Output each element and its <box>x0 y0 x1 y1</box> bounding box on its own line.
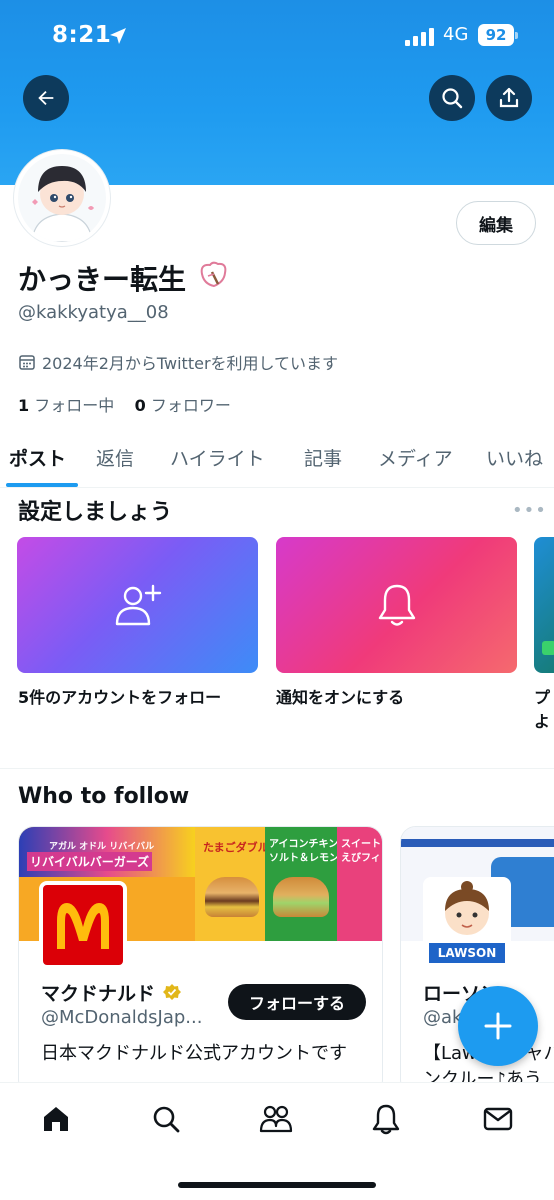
network-label: 4G <box>443 24 469 45</box>
compose-button[interactable] <box>458 986 538 1066</box>
followers-count: 0 <box>134 396 146 415</box>
account-name: マクドナルド <box>41 979 182 1006</box>
followers-link[interactable]: 0 フォロワー <box>135 396 231 415</box>
joined-info: 2024年2月からTwitterを利用しています <box>18 350 338 374</box>
search-icon <box>442 88 463 109</box>
partial-card-sublabel: よ <box>534 712 551 731</box>
golden-arches-icon <box>57 903 109 949</box>
nav-messages[interactable] <box>480 1101 516 1137</box>
verified-gold-icon <box>162 984 181 1000</box>
banner-item-5: えびフィ <box>341 853 381 864</box>
communities-icon <box>259 1105 293 1133</box>
notifications-label: 通知をオンにする <box>276 688 405 707</box>
follow-accounts-label: 5件のアカウントをフォロー <box>18 688 222 707</box>
profile-avatar[interactable] <box>14 150 110 246</box>
back-button[interactable] <box>23 75 69 121</box>
tab-highlights[interactable]: ハイライト <box>170 444 265 471</box>
follow-stats: 1 フォロー中 0 フォロワー <box>18 392 231 416</box>
banner-item-2: アイコンチキン <box>269 839 339 850</box>
signal-icon <box>405 28 435 46</box>
account-handle: @McDonaldsJap... <box>41 1007 203 1028</box>
lawson-logo: LAWSON <box>423 877 511 971</box>
account-bio: 日本マクドナルド公式アカウントです <box>41 1043 347 1064</box>
banner-item-3: ソルト＆レモン <box>269 853 339 864</box>
following-label: フォロー中 <box>34 396 115 415</box>
suggested-account-card[interactable]: アガル オドル リバイバル リバイバルバーガーズ たまごダブル アイコンチキン … <box>18 826 383 1096</box>
tab-posts[interactable]: ポスト <box>9 444 66 471</box>
setup-title: 設定しましょう <box>18 500 173 525</box>
follow-accounts-card[interactable] <box>17 537 258 673</box>
calendar-icon <box>19 355 35 370</box>
following-link[interactable]: 1 フォロー中 <box>18 396 114 415</box>
plus-icon <box>484 1012 512 1040</box>
follow-button[interactable]: フォローする <box>228 984 366 1020</box>
banner-panel-4: スイート えびフィ <box>337 827 382 941</box>
following-count: 1 <box>18 396 30 415</box>
nav-communities[interactable] <box>258 1101 294 1137</box>
banner-panel-2: たまごダブル <box>195 827 269 941</box>
partial-card-label: プ <box>534 688 551 707</box>
mcdonalds-logo <box>39 881 127 969</box>
arrow-left-icon <box>38 90 54 106</box>
share-icon <box>499 87 519 108</box>
banner-item-4: スイート <box>341 839 381 850</box>
setup-card-partial[interactable] <box>534 537 554 673</box>
nav-home[interactable] <box>38 1101 74 1137</box>
who-to-follow-title: Who to follow <box>18 784 190 809</box>
avatar-illustration <box>18 154 106 242</box>
add-user-icon <box>115 584 161 626</box>
joined-text: 2024年2月からTwitterを利用しています <box>42 354 339 373</box>
home-icon <box>44 1107 68 1131</box>
edit-profile-button[interactable]: 編集 <box>456 201 536 245</box>
lawson-mascot-icon <box>445 881 489 935</box>
battery-icon: 92 <box>478 24 514 46</box>
battery-tip <box>515 32 518 39</box>
nav-explore[interactable] <box>148 1101 184 1137</box>
nav-notifications[interactable] <box>368 1101 404 1137</box>
notifications-card[interactable] <box>276 537 517 673</box>
banner-tagline: アガル オドル リバイバル <box>49 842 155 852</box>
search-icon <box>153 1106 180 1133</box>
tab-replies[interactable]: 返信 <box>96 444 134 471</box>
followers-label: フォロワー <box>150 396 231 415</box>
banner-panel-3: アイコンチキン ソルト＆レモン <box>265 827 339 941</box>
more-options-icon[interactable]: ••• <box>512 500 547 521</box>
bell-icon <box>372 1104 400 1135</box>
banner-headline: リバイバルバーガーズ <box>27 852 153 871</box>
tab-media[interactable]: メディア <box>378 444 453 471</box>
partial-card-badge <box>542 641 554 655</box>
mail-icon <box>483 1107 513 1131</box>
bell-icon <box>378 584 415 626</box>
home-indicator <box>178 1182 376 1188</box>
profile-handle: @kakkyatya__08 <box>18 302 169 323</box>
display-name: かっきー転生 <box>18 263 187 296</box>
tab-articles[interactable]: 記事 <box>304 444 342 471</box>
account-name-text: マクドナルド <box>41 983 156 1005</box>
search-button[interactable] <box>429 75 475 121</box>
status-time: 8:21 <box>52 22 112 48</box>
status-bar: 8:21 4G 92 <box>0 20 554 56</box>
section-divider <box>0 768 554 769</box>
banner-item-1: たまごダブル <box>203 841 269 854</box>
active-tab-indicator <box>6 483 78 487</box>
share-button[interactable] <box>486 75 532 121</box>
name-emoji-icon <box>196 260 230 294</box>
location-arrow-icon <box>108 26 128 50</box>
tab-likes[interactable]: いいね <box>486 444 543 471</box>
lawson-logo-text: LAWSON <box>429 943 505 963</box>
profile-tabs: ポスト 返信 ハイライト 記事 メディア いいね <box>0 430 554 488</box>
